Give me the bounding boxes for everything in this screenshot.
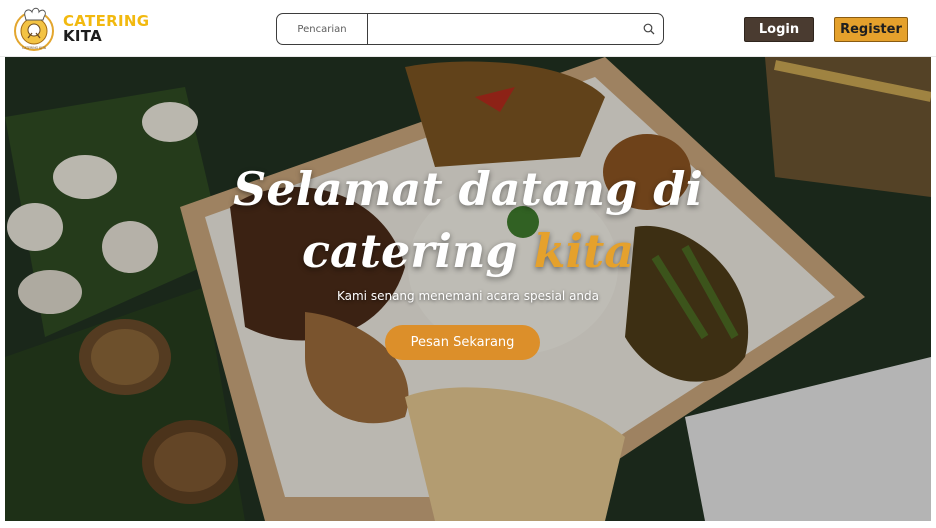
- search-bar: Pencarian: [276, 13, 664, 45]
- search-icon[interactable]: [635, 14, 663, 44]
- brand-name[interactable]: CATERING KITA: [63, 14, 149, 44]
- hero-title-accent: kita: [533, 224, 635, 278]
- logo-ring-text: CATERING KITA: [22, 46, 47, 50]
- hero-title-catering: catering: [301, 224, 518, 278]
- login-button[interactable]: Login: [744, 17, 814, 42]
- hero-title-line1: Selamat datang di: [233, 162, 703, 216]
- order-now-button[interactable]: Pesan Sekarang: [385, 325, 540, 360]
- register-button[interactable]: Register: [834, 17, 908, 42]
- navbar: CATERING KITA CATERING KITA Pencarian Lo…: [0, 0, 936, 57]
- catering-kita-logo[interactable]: CATERING KITA: [12, 6, 56, 52]
- search-label: Pencarian: [277, 14, 368, 44]
- search-input[interactable]: [368, 14, 635, 44]
- hero-title: Selamat datang di catering kita: [0, 158, 936, 282]
- hero-subtitle: Kami senang menemani acara spesial anda: [336, 289, 599, 303]
- brand-line-2: KITA: [63, 27, 103, 45]
